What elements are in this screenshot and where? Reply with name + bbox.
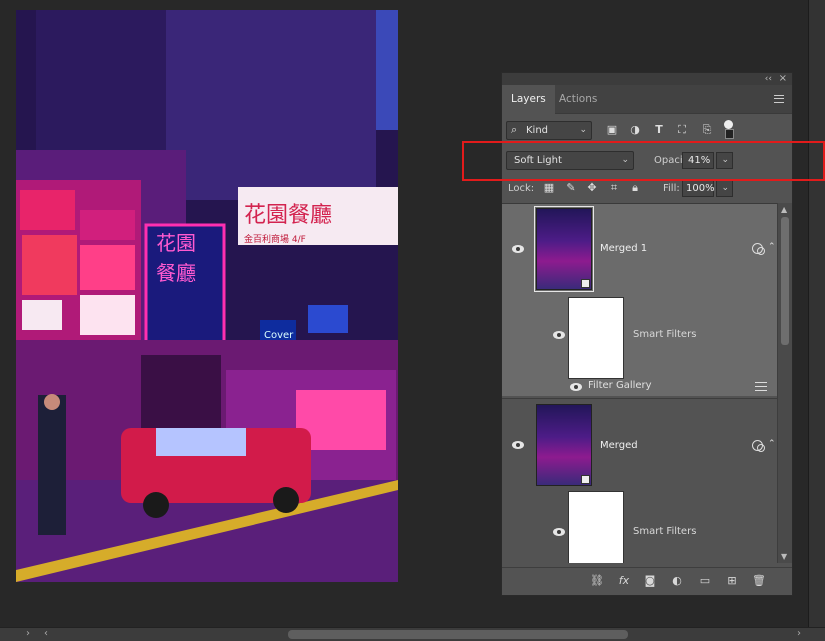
canvas-image[interactable]: 花園 餐廳 花園餐廳 金百利商場 4/F Cover <box>16 10 398 582</box>
lock-transparent-pixels-icon[interactable]: ▦ <box>542 181 556 195</box>
new-group-icon[interactable]: ▭ <box>697 573 713 589</box>
scrollbar-thumb[interactable] <box>781 217 789 345</box>
filter-mask-thumbnail <box>568 297 624 379</box>
filter-options-icon[interactable] <box>755 382 767 391</box>
layer-thumbnail <box>536 404 592 486</box>
filter-toggle-switch[interactable] <box>724 120 734 139</box>
lock-all-icon[interactable]: 🔒︎ <box>628 181 642 195</box>
add-mask-icon[interactable]: ◙ <box>642 573 658 589</box>
adjustment-layer-icon[interactable]: ◐ <box>669 573 685 589</box>
scroll-right-icon[interactable]: › <box>797 628 801 639</box>
layer-style-fx-icon[interactable]: fx <box>616 573 632 589</box>
visibility-eye-icon[interactable] <box>553 331 565 339</box>
sign-garden-restaurant: 花園餐廳 <box>244 203 332 228</box>
workspace-right-edge <box>808 0 825 627</box>
layer-name[interactable]: Merged 1 <box>600 243 647 254</box>
layer-list: Merged 1 ⌃ Smart Filters Filter Gallery … <box>502 203 777 563</box>
new-layer-icon[interactable]: ⊞ <box>724 573 740 589</box>
visibility-eye-icon[interactable] <box>512 245 524 253</box>
filter-kind-select[interactable]: ⌕ Kind ⌄ <box>506 121 592 140</box>
tab-actions[interactable]: Actions <box>550 85 606 114</box>
smart-filters-label: Smart Filters <box>633 526 697 537</box>
fill-label: Fill: <box>663 183 680 194</box>
expand-arrow-icon[interactable]: › <box>26 628 30 639</box>
layer-name[interactable]: Merged <box>600 440 638 451</box>
visibility-eye-icon[interactable] <box>512 441 524 449</box>
scroll-down-icon[interactable]: ▼ <box>781 552 787 561</box>
collapse-caret-icon[interactable]: ⌃ <box>768 439 776 449</box>
panel-titlebar: ‹‹ × <box>502 73 792 85</box>
close-panel-button[interactable]: × <box>779 73 787 85</box>
layer-row[interactable]: Merged ⌃ <box>502 398 777 488</box>
sign-mall: 金百利商場 4/F <box>244 233 306 245</box>
layer-thumbnail <box>534 206 594 292</box>
smart-object-badge-icon <box>581 475 590 484</box>
sign-garden-2: 餐廳 <box>156 261 196 285</box>
smart-filter-link-icon[interactable] <box>752 440 765 452</box>
fill-slider-button[interactable]: ⌄ <box>716 180 733 197</box>
collapse-panel-button[interactable]: ‹‹ <box>765 73 772 85</box>
smart-filters-label: Smart Filters <box>633 329 697 340</box>
layer-list-scrollbar[interactable]: ▲ ▼ <box>777 203 792 563</box>
filter-kind-label: Kind <box>526 125 549 136</box>
street-scene-illustration: 花園 餐廳 花園餐廳 金百利商場 4/F Cover <box>16 10 398 582</box>
scrollbar-thumb[interactable] <box>288 630 628 639</box>
type-filter-icon[interactable]: T <box>651 122 667 138</box>
search-icon: ⌕ <box>511 123 518 136</box>
visibility-eye-icon[interactable] <box>553 528 565 536</box>
collapse-caret-icon[interactable]: ⌃ <box>768 242 776 252</box>
lock-label: Lock: <box>508 183 535 194</box>
layer-filter-row: ⌕ Kind ⌄ ▣ ◑ T ⛶ ⎘ <box>506 120 788 140</box>
lock-position-icon[interactable]: ✥ <box>585 181 599 195</box>
panel-menu-icon[interactable] <box>774 95 784 103</box>
sign-garden-1: 花園 <box>156 231 196 255</box>
highlight-annotation <box>462 141 825 181</box>
lock-row: Lock: ▦ ✎ ✥ ⌗ 🔒︎ Fill: 100% ⌄ <box>506 180 788 198</box>
horizontal-scrollbar[interactable]: › ‹ › <box>0 627 825 641</box>
image-filter-icon[interactable]: ▣ <box>604 122 620 138</box>
smart-filters-row[interactable]: Smart Filters <box>502 488 777 563</box>
chevron-down-icon: ⌄ <box>579 125 587 135</box>
filter-mask-thumbnail <box>568 491 624 563</box>
visibility-eye-icon[interactable] <box>570 383 582 391</box>
fill-input[interactable]: 100% <box>682 180 715 197</box>
tab-layers[interactable]: Layers <box>502 85 555 114</box>
filter-gallery-label[interactable]: Filter Gallery <box>588 380 652 391</box>
fill-value: 100% <box>686 183 715 194</box>
smart-filters-row[interactable]: Smart Filters Filter Gallery <box>502 294 777 396</box>
smart-object-badge-icon <box>581 279 590 288</box>
adjustment-filter-icon[interactable]: ◑ <box>627 122 643 138</box>
shape-filter-icon[interactable]: ⛶ <box>674 122 690 138</box>
panel-footer: ⛓ fx ◙ ◐ ▭ ⊞ 🗑︎ <box>502 567 792 595</box>
link-layers-icon[interactable]: ⛓ <box>589 573 605 589</box>
layer-row[interactable]: Merged 1 ⌃ <box>502 204 777 294</box>
lock-image-pixels-icon[interactable]: ✎ <box>564 181 578 195</box>
sign-cover: Cover <box>264 330 294 341</box>
panel-tabs: Layers Actions <box>502 85 792 114</box>
scroll-up-icon[interactable]: ▲ <box>781 205 787 214</box>
chevron-down-icon: ⌄ <box>721 183 729 193</box>
smart-filter-link-icon[interactable] <box>752 243 765 255</box>
delete-layer-icon[interactable]: 🗑︎ <box>751 573 767 589</box>
scroll-left-icon[interactable]: ‹ <box>44 628 48 639</box>
smart-object-filter-icon[interactable]: ⎘ <box>699 122 715 138</box>
lock-artboard-icon[interactable]: ⌗ <box>607 181 621 195</box>
